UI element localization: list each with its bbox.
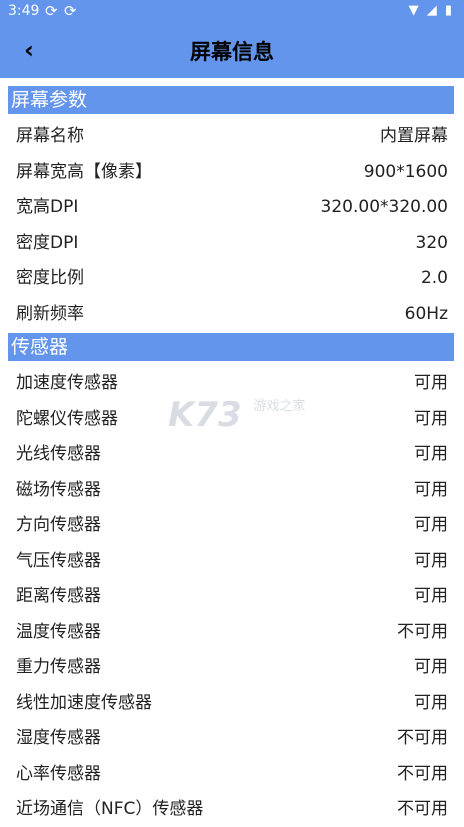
row-label: 陀螺仪传感器 [16, 408, 118, 429]
row-label: 屏幕名称 [16, 126, 84, 146]
info-row: 磁场传感器 可用 [16, 473, 448, 508]
row-value: 不可用 [397, 621, 448, 642]
info-row: 方向传感器 可用 [16, 508, 448, 543]
row-value: 不可用 [397, 763, 448, 784]
row-value: 可用 [414, 444, 448, 464]
row-label: 线性加速度传感器 [16, 692, 152, 713]
row-value: 不可用 [397, 728, 448, 748]
sync-icon-2: ⟳ [64, 2, 77, 20]
status-time: 3:49 [8, 3, 40, 19]
info-row: 湿度传感器 不可用 [16, 721, 448, 756]
row-label: 湿度传感器 [16, 728, 101, 748]
info-row: 心率传感器 不可用 [16, 757, 448, 792]
page-title: 屏幕信息 [190, 40, 274, 64]
info-row: 光线传感器 可用 [16, 437, 448, 472]
row-value: 可用 [414, 373, 448, 393]
row-value: 2.0 [420, 268, 448, 288]
battery-icon: ▮ [444, 3, 454, 18]
row-label: 距离传感器 [16, 586, 101, 606]
section-header: 屏幕参数 [8, 86, 454, 114]
info-row: 密度DPI 320 [16, 226, 448, 261]
section-header: 传感器 [8, 333, 454, 361]
row-value: 900*1600 [363, 161, 448, 182]
status-bar: 3:49 ⟳ ⟳ ▼ ◢ ▮ [0, 0, 464, 24]
row-label: 密度DPI [16, 232, 79, 253]
sync-icon: ⟳ [45, 2, 58, 20]
status-icons: ▼ ◢ ▮ [409, 3, 454, 18]
row-label: 温度传感器 [16, 621, 101, 642]
info-row: 近场通信（NFC）传感器 不可用 [16, 792, 448, 827]
row-label: 刷新频率 [16, 303, 84, 324]
row-label: 屏幕宽高【像素】 [16, 161, 152, 182]
row-label: 心率传感器 [16, 763, 101, 784]
row-value: 60Hz [404, 303, 448, 324]
row-value: 可用 [414, 657, 448, 677]
info-row: 屏幕宽高【像素】 900*1600 [16, 155, 448, 190]
row-value: 可用 [414, 479, 448, 500]
row-value: 内置屏幕 [380, 126, 448, 146]
info-row: 陀螺仪传感器 可用 [16, 402, 448, 437]
row-label: 近场通信（NFC）传感器 [16, 799, 204, 819]
info-row: 刷新频率 60Hz [16, 297, 448, 332]
row-value: 不可用 [397, 799, 448, 819]
info-row: 温度传感器 不可用 [16, 615, 448, 650]
row-value: 320 [415, 232, 448, 253]
row-label: 宽高DPI [16, 197, 79, 217]
app-bar: ‹ 屏幕信息 [0, 24, 464, 78]
signal-icon: ◢ [426, 3, 439, 18]
row-value: 可用 [414, 586, 448, 606]
info-row: 重力传感器 可用 [16, 650, 448, 685]
info-row: 密度比例 2.0 [16, 261, 448, 296]
row-label: 重力传感器 [16, 657, 101, 677]
info-row: 气压传感器 可用 [16, 544, 448, 579]
row-value: 可用 [414, 692, 448, 713]
info-row: 加速度传感器 可用 [16, 366, 448, 401]
row-value: 320.00*320.00 [320, 197, 448, 217]
row-value: 可用 [414, 408, 448, 429]
info-row: 宽高DPI 320.00*320.00 [16, 190, 448, 225]
row-label: 加速度传感器 [16, 373, 118, 393]
row-label: 气压传感器 [16, 550, 101, 571]
info-row: 距离传感器 可用 [16, 579, 448, 614]
row-label: 光线传感器 [16, 444, 101, 464]
info-row: 屏幕名称 内置屏幕 [16, 119, 448, 154]
row-label: 密度比例 [16, 268, 84, 288]
info-row: 线性加速度传感器 可用 [16, 686, 448, 721]
row-label: 方向传感器 [16, 515, 101, 535]
row-value: 可用 [414, 550, 448, 571]
row-label: 磁场传感器 [16, 479, 101, 500]
wifi-icon: ▼ [408, 3, 421, 18]
row-value: 可用 [414, 515, 448, 535]
